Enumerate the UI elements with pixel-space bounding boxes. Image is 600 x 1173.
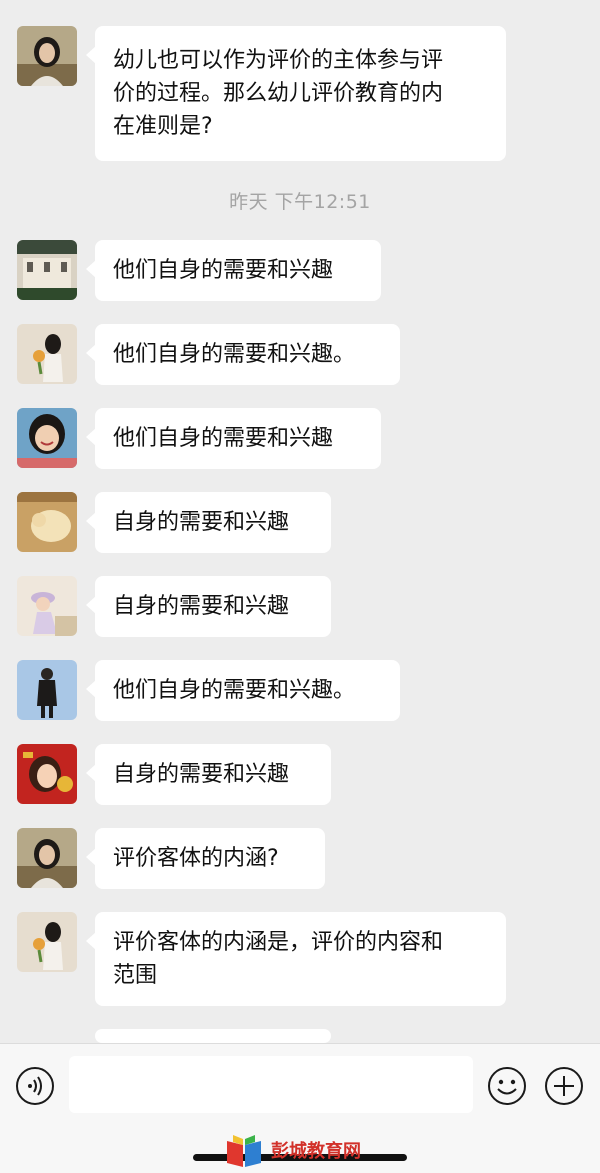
message-line: 自身的需要和兴趣 (113, 762, 290, 787)
message-line: 自身的需要和兴趣 (113, 510, 290, 535)
message-bubble[interactable]: 评价客体的内涵? (86, 828, 325, 889)
plus-button[interactable] (544, 1066, 584, 1106)
message-line: 价的过程。那么幼儿评价教育的内 (113, 81, 444, 106)
message-bubble[interactable]: 他们自身的需要和兴趣。 (86, 324, 400, 385)
message-line: 评价客体的内涵? (113, 846, 279, 871)
message-bubble[interactable]: 幼儿也可以作为评价的主体参与评 价的过程。那么幼儿评价教育的内 在准则是? (86, 26, 506, 161)
message-bubble[interactable]: 他们自身的需要和兴趣 (86, 408, 381, 469)
message-line: 他们自身的需要和兴趣 (113, 258, 334, 283)
avatar-dog[interactable] (17, 1029, 77, 1043)
avatar-dog[interactable] (17, 492, 77, 552)
message-line: 他们自身的需要和兴趣 (113, 426, 334, 451)
message-line: 范围 (113, 963, 158, 988)
watermark: 彭城教育网 (225, 1133, 385, 1173)
message-bubble[interactable]: 自身的需要和兴趣 (86, 492, 331, 553)
watermark-text: 彭城教育网 (271, 1141, 361, 1162)
message-bubble[interactable]: 自身的需要和兴趣 (86, 744, 331, 805)
emoji-button[interactable] (487, 1066, 527, 1106)
plus-icon (545, 1067, 583, 1105)
message-bubble[interactable] (95, 1029, 331, 1043)
timestamp: 昨天 下午12:51 (229, 191, 371, 213)
message-line: 评价客体的内涵是，评价的内容和 (113, 930, 444, 955)
message-line: 他们自身的需要和兴趣。 (113, 342, 356, 367)
avatar-girl-with-hat[interactable] (17, 576, 77, 636)
avatar-woman-dark-hair[interactable] (17, 26, 77, 86)
avatar-girl-with-flowers[interactable] (17, 324, 77, 384)
voice-icon (16, 1067, 54, 1105)
avatar-girl-with-flowers[interactable] (17, 912, 77, 972)
avatar-cartoon-girl[interactable] (17, 744, 77, 804)
avatar-person-in-coat[interactable] (17, 660, 77, 720)
message-line: 在准则是? (113, 114, 213, 139)
chat-area[interactable]: 幼儿也可以作为评价的主体参与评 价的过程。那么幼儿评价教育的内 在准则是? 昨天… (0, 0, 600, 1043)
message-line: 他们自身的需要和兴趣。 (113, 678, 356, 703)
avatar-building[interactable] (17, 240, 77, 300)
avatar-smiling-girl[interactable] (17, 408, 77, 468)
message-bubble[interactable]: 他们自身的需要和兴趣。 (86, 660, 400, 721)
message-input[interactable] (69, 1056, 473, 1113)
book-logo-icon (227, 1135, 261, 1167)
message-line: 自身的需要和兴趣 (113, 594, 290, 619)
emoji-icon (488, 1067, 526, 1105)
message-bubble[interactable]: 自身的需要和兴趣 (86, 576, 331, 637)
voice-button[interactable] (15, 1066, 55, 1106)
avatar-woman-dark-hair[interactable] (17, 828, 77, 888)
message-bubble[interactable]: 他们自身的需要和兴趣 (86, 240, 381, 301)
message-line: 幼儿也可以作为评价的主体参与评 (113, 48, 444, 73)
message-bubble[interactable]: 评价客体的内涵是，评价的内容和 范围 (86, 912, 506, 1006)
